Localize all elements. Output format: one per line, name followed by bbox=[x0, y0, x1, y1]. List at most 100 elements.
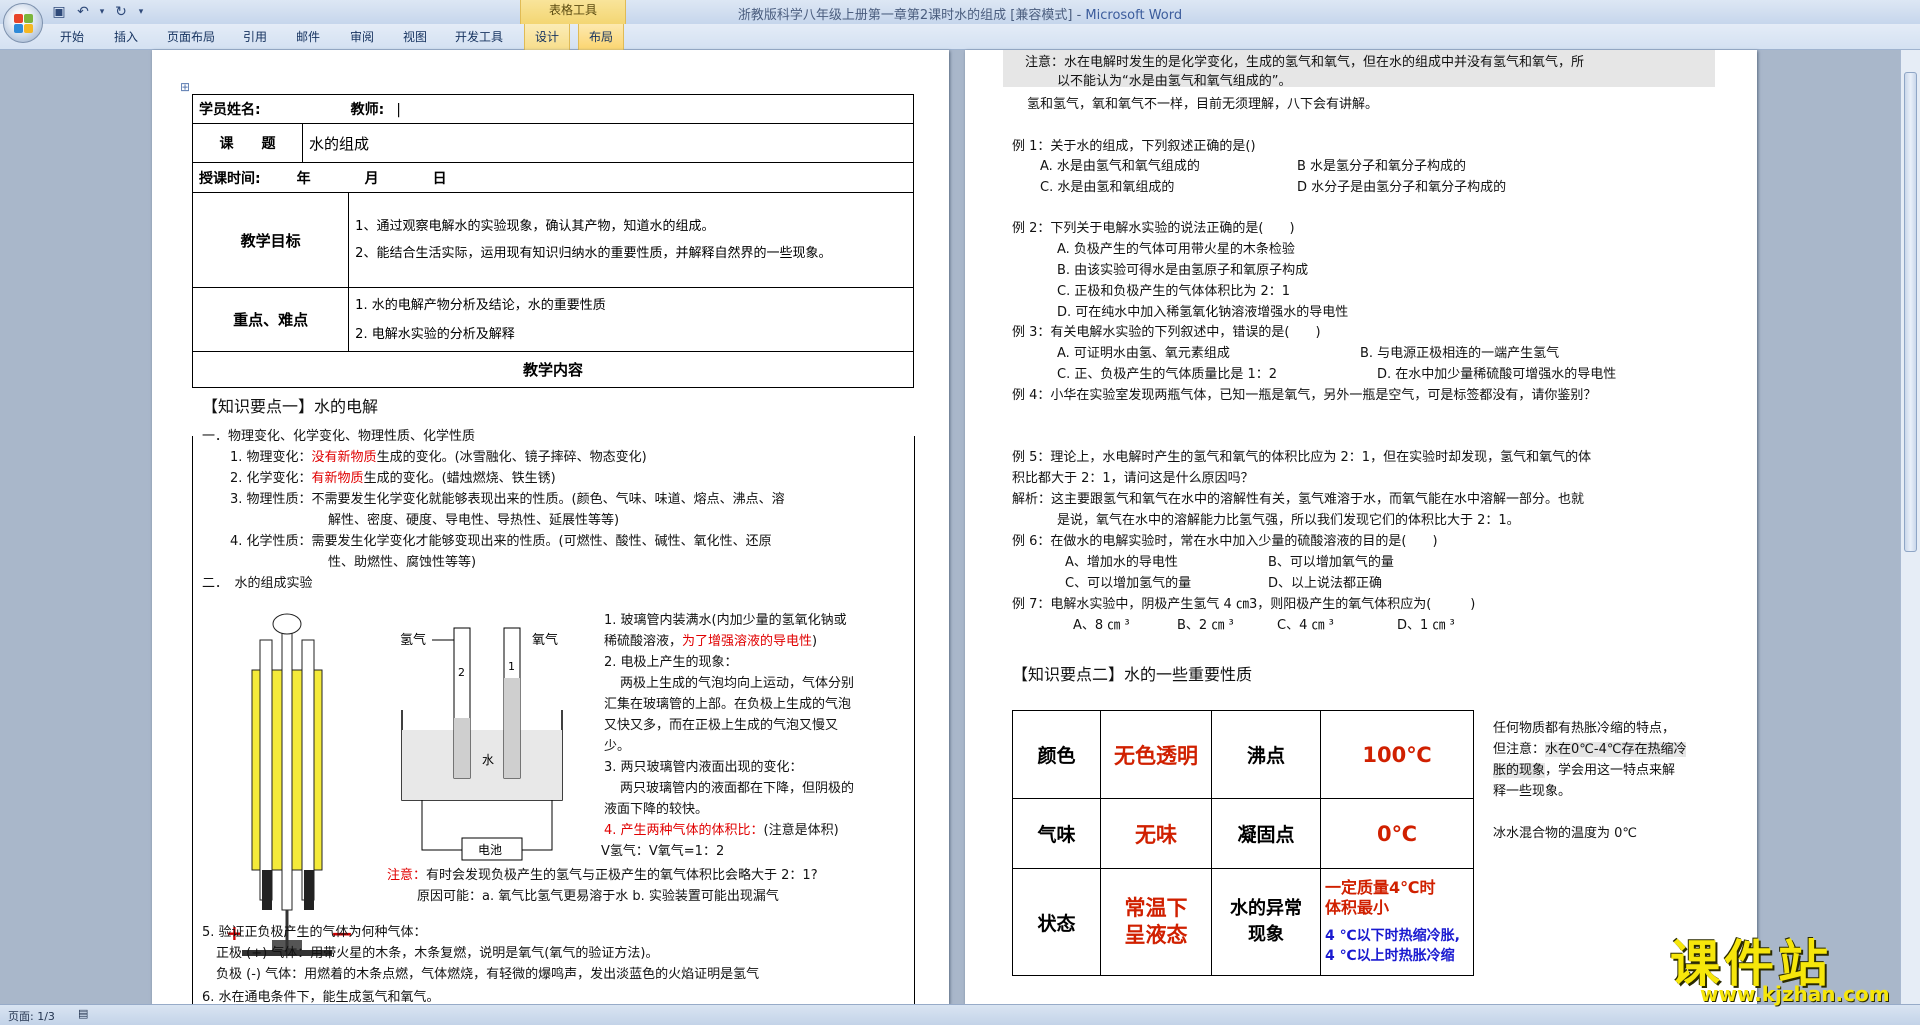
physical-property-line: 3. 物理性质：不需要发生化学变化就能够表现出来的性质。(颜色、气味、味道、熔点… bbox=[230, 492, 785, 507]
section1-line: 一．物理变化、化学变化、物理性质、化学性质 bbox=[202, 429, 476, 444]
note-hydrogen: 氢和氢气，氧和氧气不一样，目前无须理解，八下会有讲解。 bbox=[1027, 97, 1379, 112]
topic-label: 课 题 bbox=[192, 123, 303, 163]
lesson-time-row[interactable]: 授课时间: 年月日 bbox=[192, 162, 914, 193]
undo-icon[interactable]: ↶ bbox=[74, 3, 92, 21]
exp-step-3b: 液面下降的较快。 bbox=[604, 802, 709, 817]
tab-references[interactable]: 引用 bbox=[243, 28, 267, 45]
smell-value: 无味 bbox=[1100, 798, 1212, 869]
chemical-property-line-2: 性、助燃性、腐蚀性等等) bbox=[328, 555, 477, 570]
example-5-b: 积比都大于 2：1，请问这是什么原因吗？ bbox=[1012, 471, 1254, 486]
tab-insert[interactable]: 插入 bbox=[114, 28, 138, 45]
exp-step-2b: 汇集在玻璃管的上部。在负极上生成的气泡 bbox=[604, 697, 852, 712]
vertical-scrollbar[interactable] bbox=[1900, 50, 1920, 1004]
battery-label: 电池 bbox=[478, 843, 502, 857]
page-indicator[interactable]: 页面: 1/3 bbox=[8, 1008, 55, 1024]
example-1-d: D 水分子是由氢分子和氧分子构成的 bbox=[1297, 180, 1507, 195]
student-teacher-row[interactable]: 学员姓名: 教师: | bbox=[192, 94, 914, 124]
document-page-1[interactable]: ⊞ 学员姓名: 教师: | 课 题 水的组成 授课时间: 年月日 教学目标 1、通过观… bbox=[152, 50, 949, 1004]
exp-step-2: 2. 电极上产生的现象： bbox=[604, 655, 738, 670]
text-cursor: | bbox=[396, 102, 401, 118]
goals-label: 教学目标 bbox=[191, 192, 350, 288]
volume-ratio: V氢气：V氧气=1：2 bbox=[601, 844, 725, 859]
kjzhan-watermark-logo: 课件站 www.kjzhan.com bbox=[1670, 935, 1890, 1006]
tab-layout[interactable]: 布局 bbox=[578, 24, 625, 50]
water-properties-table: 颜色 无色透明 沸点 100℃ 气味 无味 凝固点 0℃ 状态 常温下 呈液态 水… bbox=[1012, 710, 1474, 976]
physical-property-line-2: 解性、密度、硬度、导电性、导热性、延展性等等) bbox=[328, 513, 620, 528]
water-label: 水 bbox=[482, 753, 494, 767]
document-page-2[interactable]: 注意：水在电解时发生的是化学变化，生成的氢气和氧气，但在水的组成中并没有氢气和氧… bbox=[965, 50, 1757, 1004]
boiling-point-value: 100℃ bbox=[1320, 710, 1474, 799]
example-7-c: C、4 ㎝ ³ bbox=[1277, 618, 1334, 633]
color-value: 无色透明 bbox=[1100, 710, 1212, 799]
electrolysis-diagram: 氢气 氧气 2 1 水 电池 bbox=[400, 627, 563, 861]
example-2: 例 2：下列关于电解水实验的说法正确的是( ) bbox=[1012, 221, 1295, 236]
hydrogen-volume-label: 2 bbox=[458, 666, 465, 679]
teaching-content-header: 教学内容 bbox=[192, 351, 914, 388]
scroll-thumb[interactable] bbox=[1904, 72, 1917, 552]
example-6-c: C、可以增加氢气的量 bbox=[1065, 576, 1192, 591]
ribbon-tabs: 开始 插入 页面布局 引用 邮件 审阅 视图 开发工具 设计 布局 bbox=[0, 24, 1920, 50]
title-bar: 表格工具 浙教版科学八年级上册第一章第2课时水的组成 [兼容模式] - Micr… bbox=[0, 0, 1920, 24]
physical-change-line: 1. 物理变化：没有新物质生成的变化。(冰雪融化、镜子摔碎、物态变化) bbox=[230, 450, 647, 465]
chemical-property-line: 4. 化学性质：需要发生化学变化才能够变现出来的性质。(可燃性、酸性、碱性、氧化… bbox=[230, 534, 772, 549]
anomaly-label: 水的异常 现象 bbox=[1211, 868, 1321, 976]
key-points-content[interactable]: 1. 水的电解产物分析及结论，水的重要性质 2. 电解水实验的分析及解释 bbox=[348, 287, 914, 352]
negative-gas-line: 负极 (-) 气体：用燃着的木条点燃，气体燃烧，有轻微的爆鸣声，发出淡蓝色的火焰… bbox=[216, 967, 760, 982]
tab-review[interactable]: 审阅 bbox=[350, 28, 374, 45]
save-icon[interactable]: ▣ bbox=[50, 3, 68, 21]
smell-label: 气味 bbox=[1012, 798, 1101, 869]
example-3-b: B. 与电源正极相连的一端产生氢气 bbox=[1360, 346, 1560, 361]
boiling-point-label: 沸点 bbox=[1211, 710, 1321, 799]
state-label: 状态 bbox=[1012, 868, 1101, 976]
section1-title: 【知识要点一】水的电解 bbox=[202, 397, 379, 416]
tab-view[interactable]: 视图 bbox=[403, 28, 427, 45]
example-3: 例 3：有关电解水实验的下列叙述中，错误的是( ) bbox=[1012, 325, 1321, 340]
positive-gas-line: 正极 (+) 气体：用带火星的木条，木条复燃，说明是氧气(氧气的验证方法)。 bbox=[216, 946, 659, 961]
experiment-title: 二． 水的组成实验 bbox=[202, 576, 313, 591]
freezing-point-value: 0℃ bbox=[1320, 798, 1474, 869]
exp-step-2a: 两极上生成的气泡均向上运动，气体分别 bbox=[620, 676, 855, 691]
customize-qat-icon[interactable]: ▾ bbox=[136, 3, 146, 21]
proofing-icon[interactable]: ▤ bbox=[78, 1007, 88, 1020]
example-4: 例 4：小华在实验室发现两瓶气体，已知一瓶是氧气，另外一瓶是空气，可是标签都没有… bbox=[1012, 388, 1597, 403]
note-electrolysis: 注意：水在电解时发生的是化学变化，生成的氢气和氧气，但在水的组成中并没有氢气和氧… bbox=[1025, 55, 1585, 70]
status-bar: 页面: 1/3 ▤ bbox=[0, 1004, 1920, 1025]
exp-step-2d: 少。 bbox=[604, 739, 631, 754]
anomaly-value: 一定质量4℃时 体积最小 4 ℃以下时热缩冷胀, 4 ℃以上时热胀冷缩 bbox=[1320, 868, 1474, 976]
redo-icon[interactable]: ↻ bbox=[112, 3, 130, 21]
tab-design[interactable]: 设计 bbox=[524, 24, 571, 50]
example-1: 例 1：关于水的组成，下列叙述正确的是() bbox=[1012, 139, 1256, 154]
tab-home[interactable]: 开始 bbox=[60, 28, 84, 45]
example-2-b: B. 由该实验可得水是由氢原子和氧原子构成 bbox=[1057, 263, 1309, 278]
example-6-a: A、增加水的导电性 bbox=[1065, 555, 1178, 570]
example-3-c: C. 正、负极产生的气体质量比是 1：2 bbox=[1057, 367, 1278, 382]
note-line: 注意：有时会发现负极产生的氢气与正极产生的氧气体积比会略大于 2：1? bbox=[387, 868, 818, 883]
side-note-3: 胀的现象，学会用这一特点来解 bbox=[1493, 763, 1676, 778]
window-title: 浙教版科学八年级上册第一章第2课时水的组成 [兼容模式] - Microsoft… bbox=[737, 8, 1183, 23]
state-value: 常温下 呈液态 bbox=[1100, 868, 1212, 976]
tab-page-layout[interactable]: 页面布局 bbox=[167, 28, 215, 45]
office-logo-icon bbox=[14, 14, 34, 34]
example-3-d: D. 在水中加少量稀硫酸可增强水的导电性 bbox=[1377, 367, 1617, 382]
hydrogen-label: 氢气 bbox=[400, 632, 426, 648]
goals-content[interactable]: 1、通过观察电解水的实验现象，确认其产物，知道水的组成。 2、能结合生活实际，运用… bbox=[348, 192, 914, 288]
note-electrolysis-2: 以不能认为“水是由氢气和氧气组成的”。 bbox=[1057, 74, 1292, 89]
topic-value[interactable]: 水的组成 bbox=[302, 123, 914, 163]
quick-access-toolbar: ▣ ↶ ▾ ↻ ▾ bbox=[50, 3, 146, 21]
exp-step-4: 4. 产生两种气体的体积比：(注意是体积) bbox=[604, 823, 839, 838]
undo-dropdown-icon[interactable]: ▾ bbox=[98, 3, 106, 21]
tab-developer[interactable]: 开发工具 bbox=[455, 28, 503, 45]
example-1-b: B 水是氢分子和氧分子构成的 bbox=[1297, 159, 1467, 174]
example-2-c: C. 正极和负极产生的气体体积比为 2：1 bbox=[1057, 284, 1291, 299]
side-note-1: 任何物质都有热胀冷缩的特点， bbox=[1493, 721, 1676, 736]
table-move-handle-icon[interactable]: ⊞ bbox=[180, 80, 190, 94]
example-7-b: B、2 ㎝ ³ bbox=[1177, 618, 1234, 633]
example-2-d: D. 可在纯水中加入稀氢氧化钠溶液增强水的导电性 bbox=[1057, 305, 1349, 320]
lesson-info-table: 学员姓名: 教师: | 课 题 水的组成 授课时间: 年月日 教学目标 1、通过观察电… bbox=[191, 94, 914, 388]
office-button[interactable] bbox=[3, 3, 43, 43]
side-note-5: 冰水混合物的温度为 0℃ bbox=[1493, 826, 1638, 841]
tab-mailings[interactable]: 邮件 bbox=[296, 28, 320, 45]
exp-step-3: 3. 两只玻璃管内液面出现的变化： bbox=[604, 760, 803, 775]
color-label: 颜色 bbox=[1012, 710, 1101, 799]
exp-step-1b: 稀硫酸溶液，为了增强溶液的导电性) bbox=[604, 634, 818, 649]
